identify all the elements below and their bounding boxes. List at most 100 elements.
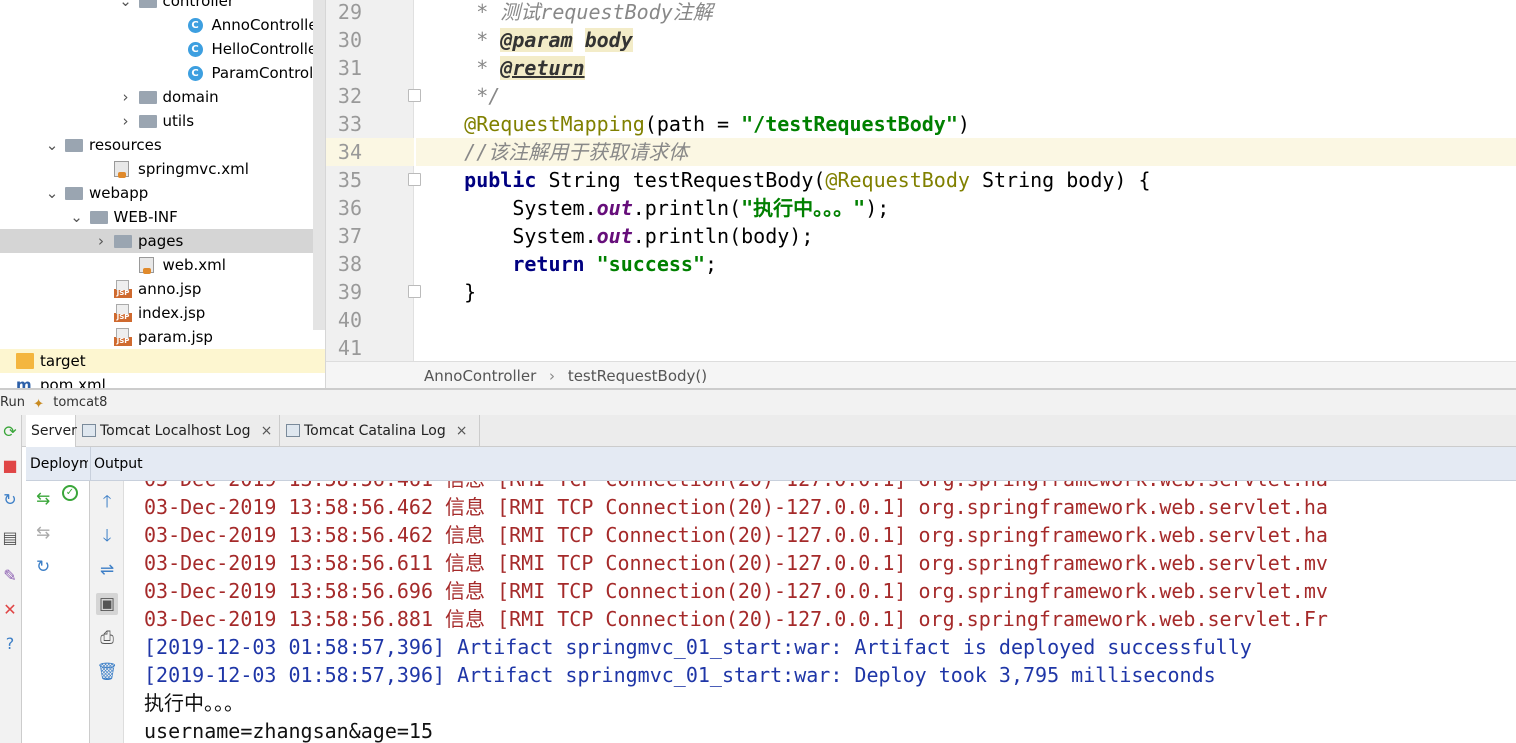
chevron-right-icon[interactable]: ›: [94, 229, 108, 253]
console-output[interactable]: 03-Dec-2019 13:58:56.461 信息 [RMI TCP Con…: [124, 481, 1516, 743]
tree-item-index-jsp[interactable]: JSP index.jsp: [0, 301, 313, 325]
tree-item-label: controller: [162, 0, 235, 10]
help-icon[interactable]: ?: [1, 635, 19, 653]
class-icon: C: [187, 18, 203, 33]
xml-file-icon: [138, 257, 154, 274]
tree-item-controller[interactable]: ⌄ controller: [0, 0, 313, 13]
tree-item-paramcontroller[interactable]: C ParamController: [0, 61, 325, 85]
tree-item-springmvc-xml[interactable]: springmvc.xml: [0, 157, 313, 181]
tree-item-resources[interactable]: ⌄ resources: [0, 133, 313, 157]
code-editor[interactable]: 29 30 31 32 33 34 35 36 37 38 39 40 41 * 测试requestBo…: [326, 0, 1516, 389]
breadcrumb: AnnoController › testRequestBody(): [326, 361, 1516, 389]
line-number: 38: [337, 252, 362, 276]
tree-item-pages[interactable]: › pages: [0, 229, 313, 253]
tree-item-label: pages: [138, 232, 184, 250]
tab-catalina-log[interactable]: Tomcat Catalina Log ×: [280, 415, 480, 447]
soft-wrap-icon[interactable]: ⇌: [96, 559, 118, 581]
jsp-file-icon: JSP: [114, 280, 132, 298]
run-config-name[interactable]: tomcat8: [53, 395, 107, 410]
folder-icon: [138, 115, 157, 128]
chevron-down-icon[interactable]: ⌄: [70, 205, 84, 229]
layout-icon[interactable]: ▤: [1, 529, 19, 547]
tree-item-web-inf[interactable]: ⌄ WEB-INF: [0, 205, 313, 229]
log-icon: [286, 424, 300, 437]
tree-item-label: anno.jsp: [138, 280, 202, 298]
chevron-right-icon[interactable]: ›: [119, 85, 133, 109]
console-line: username=zhangsan&age=15: [144, 719, 433, 743]
deployment-label: Deployment: [30, 456, 88, 472]
line-number: 33: [337, 112, 362, 136]
console-line: 03-Dec-2019 13:58:56.462 信息 [RMI TCP Con…: [144, 523, 1328, 547]
tree-item-param-jsp[interactable]: JSP param.jsp: [0, 325, 313, 349]
tree-item-label: webapp: [89, 184, 149, 202]
check-icon: ✓: [62, 485, 78, 501]
folder-icon: [65, 139, 83, 152]
run-label: Run: [0, 395, 25, 410]
trash-icon[interactable]: 🗑: [96, 661, 118, 683]
code-line-29: * 测试requestBody注解: [416, 0, 713, 24]
chevron-down-icon[interactable]: ⌄: [45, 181, 59, 205]
stop-icon[interactable]: ■: [1, 457, 19, 475]
undeploy-icon[interactable]: ⇆: [36, 523, 50, 543]
breadcrumb-method[interactable]: testRequestBody(): [568, 367, 707, 385]
scroll-end-icon[interactable]: ▣: [96, 593, 118, 615]
tree-item-label: param.jsp: [138, 328, 213, 346]
deployment-column: ⇆ ⇆ ↻ ✓: [26, 481, 90, 743]
tab-localhost-log[interactable]: Tomcat Localhost Log ×: [76, 415, 280, 447]
tree-item-anno-jsp[interactable]: JSP anno.jsp: [0, 277, 313, 301]
console-line: 执行中。。。: [144, 691, 244, 715]
breadcrumb-class[interactable]: AnnoController: [424, 367, 536, 385]
tree-item-label: web.xml: [162, 256, 226, 274]
tree-item-domain[interactable]: › domain: [0, 85, 313, 109]
tree-item-utils[interactable]: › utils: [0, 109, 313, 133]
log-icon: [82, 424, 96, 437]
tree-item-label: AnnoController: [211, 16, 324, 34]
down-arrow-icon[interactable]: 🡓: [96, 525, 118, 547]
tree-item-label: springmvc.xml: [138, 160, 249, 178]
console-line: 03-Dec-2019 13:58:56.611 信息 [RMI TCP Con…: [144, 551, 1328, 575]
run-toolbar: Run ✦ tomcat8: [0, 389, 1516, 415]
chevron-right-icon[interactable]: ›: [119, 109, 133, 133]
run-tabs: Server Tomcat Localhost Log × Tomcat Cata…: [0, 415, 1516, 447]
tree-item-hellocontroller[interactable]: C HelloController: [0, 37, 323, 61]
refresh-icon[interactable]: ↻: [36, 557, 50, 577]
up-arrow-icon[interactable]: 🡑: [96, 491, 118, 513]
run-side-toolbar: ⟳ ■ ↻ ▤ ✎ ✕ ?: [0, 415, 22, 743]
code-line-38: return "success";: [512, 252, 718, 276]
folder-icon: [114, 235, 132, 248]
chevron-down-icon[interactable]: ⌄: [45, 133, 59, 157]
project-tree: ⌄ controller C AnnoController C HelloControll…: [0, 0, 326, 389]
tree-item-target[interactable]: target: [0, 349, 325, 373]
line-number: 29: [337, 0, 362, 24]
pin-icon[interactable]: ✎: [1, 567, 19, 585]
class-icon: C: [187, 66, 203, 81]
tree-item-label: domain: [162, 88, 219, 106]
console-line: [2019-12-03 01:58:57,396] Artifact sprin…: [144, 635, 1252, 659]
tree-scrollbar[interactable]: [313, 0, 325, 330]
tab-server[interactable]: Server: [26, 415, 77, 447]
close-icon[interactable]: ×: [261, 423, 273, 439]
close-icon[interactable]: ×: [456, 423, 468, 439]
rerun-icon[interactable]: ⟳: [1, 423, 19, 441]
code-line-30: * @param body: [416, 28, 633, 52]
tree-item-webapp[interactable]: ⌄ webapp: [0, 181, 313, 205]
print-icon[interactable]: ⎙: [96, 627, 118, 649]
tree-item-pom-xml[interactable]: m pom.xml: [0, 373, 313, 389]
code-line-35: public String testRequestBody(@RequestBo…: [464, 168, 1151, 192]
code-line-33: @RequestMapping(path = "/testRequestBody…: [464, 112, 970, 136]
chevron-down-icon[interactable]: ⌄: [119, 0, 133, 13]
tree-item-label: utils: [162, 112, 195, 130]
close-icon[interactable]: ✕: [1, 601, 19, 619]
line-number: 39: [337, 280, 362, 304]
tree-item-label: HelloController: [211, 40, 324, 58]
line-number: 31: [337, 56, 362, 80]
tree-item-annocontroller[interactable]: C AnnoController: [0, 13, 324, 37]
update-icon[interactable]: ↻: [1, 491, 19, 509]
deploy-icon[interactable]: ⇆: [36, 489, 50, 509]
tomcat-icon: ✦: [33, 397, 44, 412]
line-number: 41: [337, 336, 362, 360]
folder-icon: [16, 353, 34, 369]
jsp-file-icon: JSP: [114, 328, 132, 346]
tree-item-web-xml[interactable]: web.xml: [0, 253, 313, 277]
line-number: 34: [326, 138, 414, 166]
